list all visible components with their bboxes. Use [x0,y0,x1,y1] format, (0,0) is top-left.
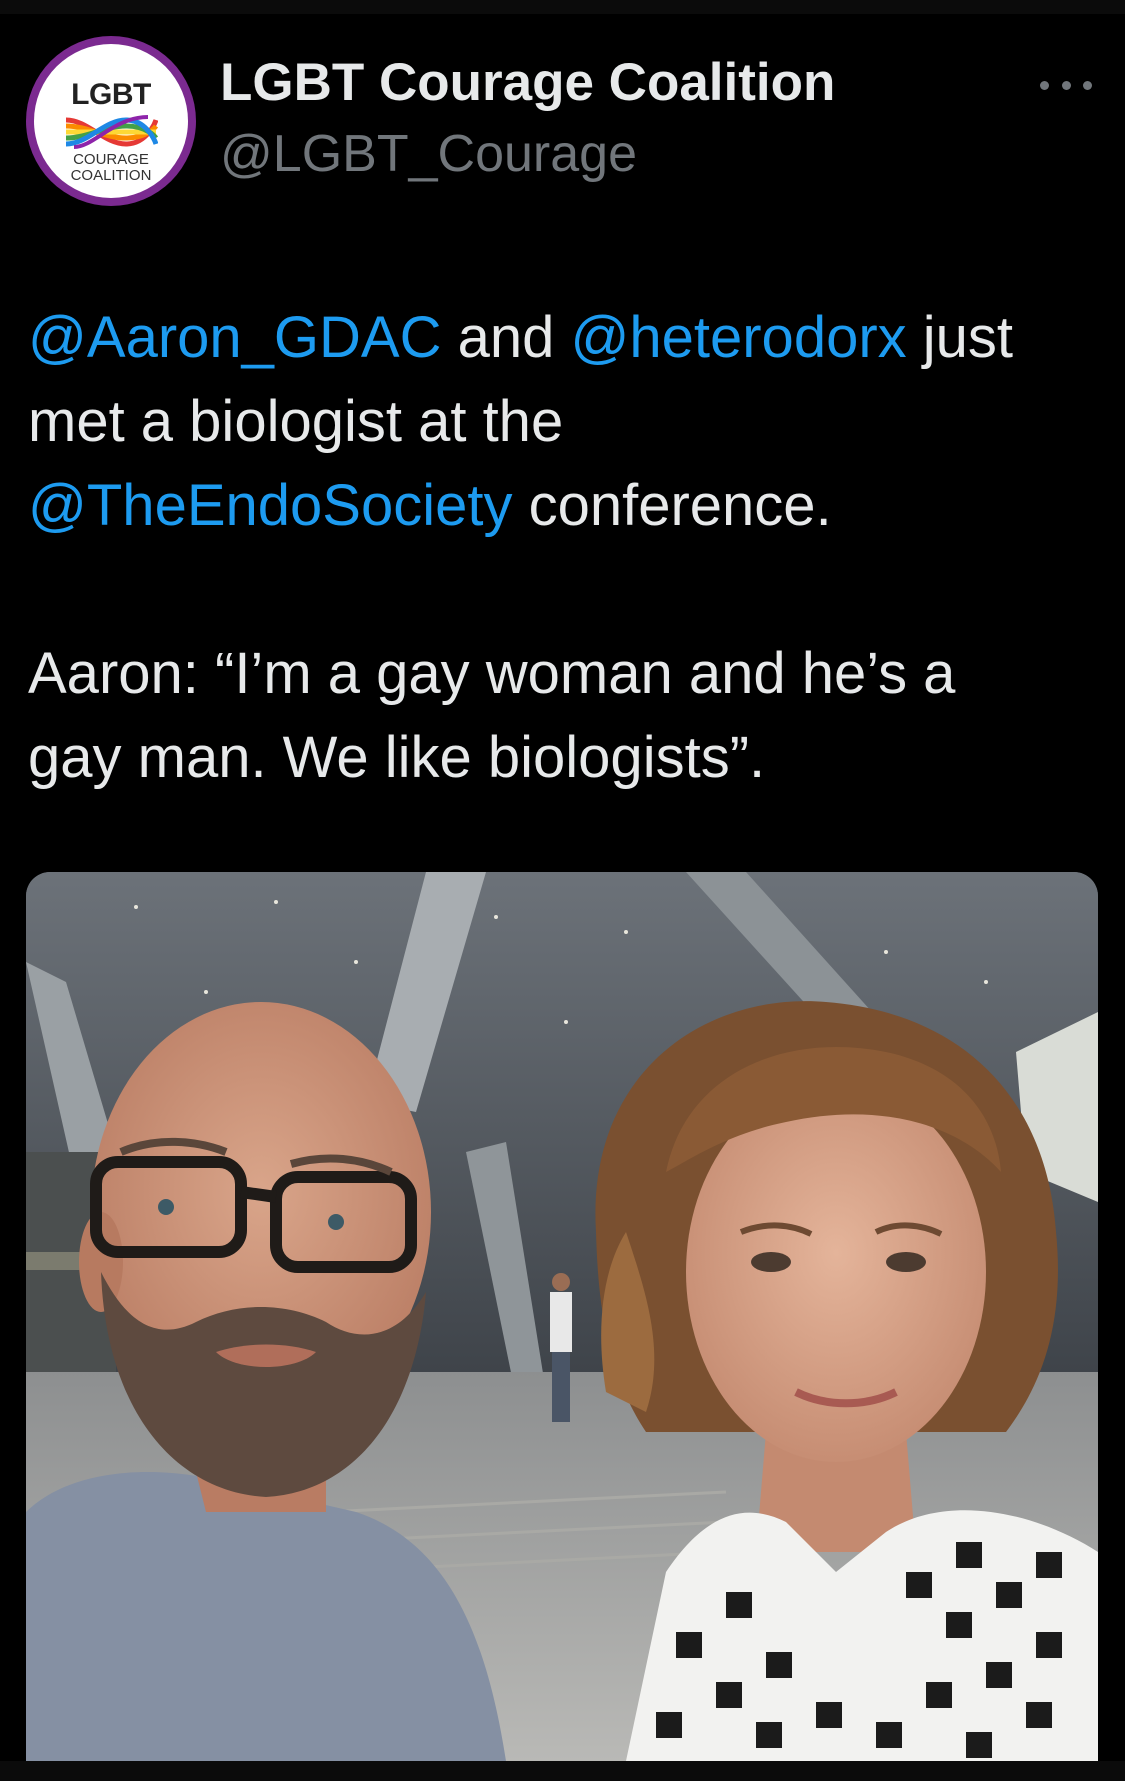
avatar[interactable]: LGBT COURAGE COALITION [26,36,196,206]
mention-link[interactable]: @heterodorx [570,305,906,370]
tweet-photo[interactable] [26,872,1098,1761]
tweet-text: @Aaron_GDAC and @heterodorx just met a b… [28,296,1098,800]
status-strip [0,0,1125,14]
photo-icon [26,872,1098,1761]
tweet-line: @Aaron_GDAC and @heterodorx just [28,296,1098,380]
paragraph-break [28,548,1098,632]
tweet-line: gay man. We like biologists”. [28,725,766,790]
tweet-text-segment: just [906,305,1014,370]
avatar-logo-subtext: COALITION [70,167,152,184]
avatar-logo-text: LGBT [71,78,151,111]
dot-icon [1083,80,1092,90]
avatar-logo-subtext: COURAGE [73,151,149,168]
bottom-strip [0,1761,1125,1781]
user-handle[interactable]: @LGBT_Courage [220,124,637,184]
display-name[interactable]: LGBT Courage Coalition [220,52,835,113]
dot-icon [1040,80,1049,90]
tweet-line: Aaron: “I’m a gay woman and he’s a [28,641,956,706]
avatar-logo: LGBT COURAGE COALITION [34,44,188,198]
tweet-text-segment: and [441,305,571,370]
rainbow-braid-icon [65,115,158,149]
tweet-line: met a biologist at the [28,389,564,454]
mention-link[interactable]: @TheEndoSociety [28,473,512,538]
mention-link[interactable]: @Aaron_GDAC [28,305,441,370]
tweet-line: @TheEndoSociety conference. [28,464,1098,548]
dot-icon [1061,80,1071,90]
tweet-text-segment: conference. [512,473,832,538]
more-options-button[interactable] [1040,70,1092,100]
